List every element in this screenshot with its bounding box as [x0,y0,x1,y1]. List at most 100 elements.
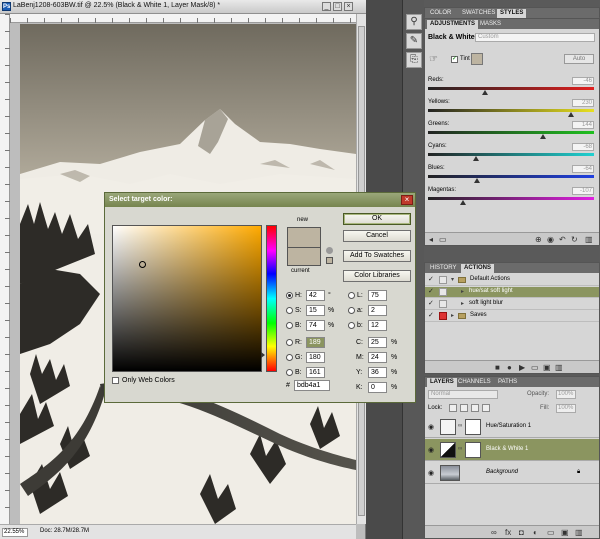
fx-icon[interactable]: fx [505,528,511,537]
add-mask-icon[interactable]: ◘ [519,528,524,537]
field-value[interactable]: 189 [306,337,325,348]
field-value[interactable]: 12 [368,320,387,331]
trash-icon[interactable]: ▥ [585,235,593,244]
minimize-icon[interactable]: _ [322,2,331,11]
field-value[interactable]: 25 [368,337,387,348]
maximize-icon[interactable]: □ [333,2,342,11]
eye-icon[interactable]: ◉ [428,423,434,431]
record-icon[interactable]: ● [507,363,512,372]
blend-mode-dropdown[interactable]: Normal [428,390,498,399]
doc-size-info[interactable]: Doc: 28.7M/28.7M [40,528,89,534]
visibility-eye-icon[interactable]: ◉ [547,235,554,244]
new-group-icon[interactable]: ▭ [547,528,555,537]
radio-a[interactable] [348,307,355,314]
field-value[interactable]: 180 [306,352,325,363]
lock-position-icon[interactable] [471,404,479,412]
back-arrow-icon[interactable]: ◂ [429,235,433,244]
dialog-title-bar[interactable]: Select target color: × [105,193,415,207]
slider-yellows[interactable]: Yellows: 230 [428,99,596,119]
lock-all-icon[interactable] [482,404,490,412]
cancel-button[interactable]: Cancel [343,230,411,242]
check-icon[interactable]: ✓ [428,288,436,296]
slider-knob[interactable] [568,112,574,117]
fill-field[interactable]: 100% [556,404,576,413]
tab-swatches[interactable]: SWATCHES [459,9,498,18]
ok-button[interactable]: OK [343,213,411,225]
slider-knob[interactable] [474,178,480,183]
radio-blue[interactable] [286,369,293,376]
lock-transparency-icon[interactable] [449,404,457,412]
check-icon[interactable]: ✓ [428,276,436,284]
slider-value[interactable]: 230 [572,99,594,107]
field-value[interactable]: 2 [368,305,387,316]
color-libraries-button[interactable]: Color Libraries [343,270,411,282]
tab-paths[interactable]: PATHS [495,378,520,387]
radio-g[interactable] [286,354,293,361]
slider-reds[interactable]: Reds: -46 [428,77,596,97]
slider-greens[interactable]: Greens: 144 [428,121,596,141]
document-title-bar[interactable]: Ps LaBenj1208-603BW.tif @ 22.5% (Black &… [0,0,366,14]
expand-view-icon[interactable]: ▭ [439,235,447,244]
saturation-brightness-field[interactable] [112,225,262,372]
check-icon[interactable]: ✓ [428,312,436,320]
field-value[interactable]: 0 [368,382,387,393]
tab-layers[interactable]: LAYERS [427,378,457,387]
brushes-icon[interactable]: ✎ [406,33,422,49]
web-safe-warning-icon[interactable] [326,247,333,254]
layer-name[interactable]: Background [486,469,518,475]
targeted-adjustment-hand-icon[interactable]: ☞ [429,54,438,65]
close-icon[interactable]: × [401,195,413,205]
field-value[interactable]: 42 [306,290,325,301]
stop-icon[interactable]: ■ [495,363,500,372]
clip-icon[interactable]: ⊕ [535,235,542,244]
field-value[interactable]: 161 [306,367,325,378]
slider-value[interactable]: -46 [572,77,594,85]
slider-blues[interactable]: Blues: -64 [428,165,596,185]
trash-icon[interactable]: ▥ [555,363,563,372]
new-set-icon[interactable]: ▭ [531,363,539,372]
radio-h[interactable] [286,292,293,299]
layer-name[interactable]: Black & White 1 [486,446,528,452]
tool-presets-icon[interactable]: ⚲ [406,14,422,30]
layer-name[interactable]: Hue/Saturation 1 [486,423,531,429]
tint-color-swatch[interactable] [471,53,483,65]
radio-l[interactable] [348,292,355,299]
action-set-row[interactable]: ✓ ▾ Default Actions [425,275,599,286]
trash-icon[interactable]: ▥ [575,528,583,537]
layer-row[interactable]: ◉ ∞ Black & White 1 [425,439,599,461]
auto-button[interactable]: Auto [564,54,594,64]
tab-adjustments[interactable]: ADJUSTMENTS [427,20,479,29]
action-row[interactable]: ✓ ▸ soft light blur [425,299,599,310]
layer-row[interactable]: ◉ Background 🔒︎ [425,462,599,484]
slider-cyans[interactable]: Cyans: -68 [428,143,596,163]
only-web-colors-checkbox[interactable] [112,377,119,384]
dialog-toggle[interactable] [439,276,447,284]
tab-actions[interactable]: ACTIONS [461,264,494,273]
tab-color[interactable]: COLOR [427,9,454,18]
close-icon[interactable]: × [344,2,353,11]
slider-knob[interactable] [473,156,479,161]
collapse-triangle-icon[interactable]: ▸ [451,312,454,319]
dialog-toggle[interactable] [439,312,447,320]
tint-checkbox[interactable]: ✓ [451,56,458,63]
current-color-swatch[interactable] [287,247,321,266]
hue-slider-knob[interactable] [261,352,265,358]
hex-field[interactable]: bdb4a1 [294,380,330,391]
slider-magentas[interactable]: Magentas: -107 [428,187,596,207]
eye-icon[interactable]: ◉ [428,446,434,454]
horizontal-scrollbar[interactable] [120,524,356,539]
new-adjustment-icon[interactable]: ◐ [533,528,538,537]
opacity-field[interactable]: 100% [556,390,576,399]
radio-lab-b[interactable] [348,322,355,329]
field-value[interactable]: 74 [306,320,325,331]
radio-b[interactable] [286,322,293,329]
new-action-icon[interactable]: ▣ [543,363,551,372]
collapse-triangle-icon[interactable]: ▸ [461,300,464,307]
chain-link-icon[interactable]: ∞ [458,423,462,429]
slider-value[interactable]: 144 [572,121,594,129]
link-layers-icon[interactable]: ∞ [491,528,497,537]
new-layer-icon[interactable]: ▣ [561,528,569,537]
preset-dropdown[interactable]: Custom [475,33,595,42]
slider-knob[interactable] [540,134,546,139]
clone-source-icon[interactable]: ⎘ [406,52,422,68]
